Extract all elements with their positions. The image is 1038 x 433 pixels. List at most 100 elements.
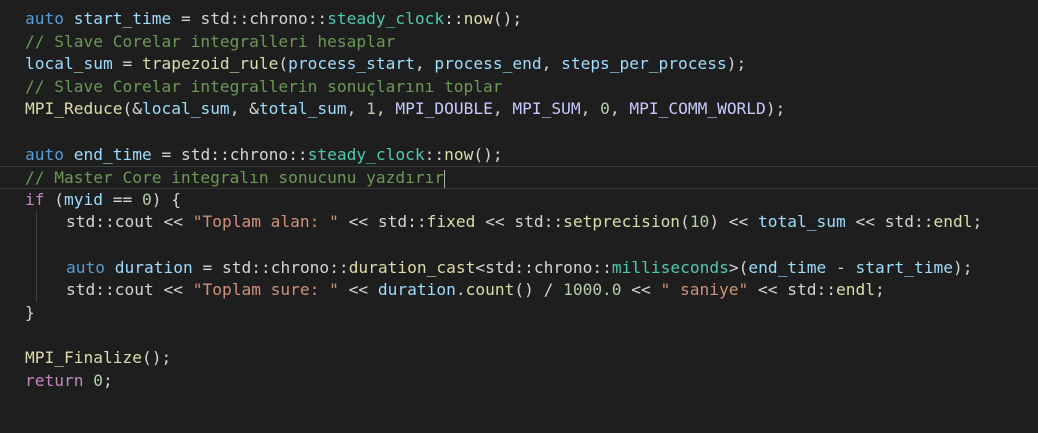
- code-line[interactable]: // Slave Corelar integrallerin sonuçları…: [0, 76, 1038, 99]
- code-token-variable: start_time: [855, 257, 954, 277]
- code-token-plain: ::: [251, 257, 271, 277]
- code-line[interactable]: if (myid == 0) {: [0, 189, 1038, 212]
- code-token-variable: duration: [114, 257, 193, 277]
- code-token-function: setprecision: [563, 212, 681, 232]
- code-token-plain: ::: [816, 280, 837, 300]
- code-token-variable: end_time: [73, 144, 152, 164]
- code-line[interactable]: auto end_time = std::chrono::steady_cloc…: [0, 144, 1038, 167]
- code-token-plain: ::: [444, 9, 464, 28]
- code-token-variable: total_sum: [258, 99, 347, 119]
- code-token-plain: ,: [375, 99, 396, 119]
- indent-guide: [36, 256, 37, 280]
- code-token-plain: .: [455, 280, 466, 300]
- code-token-plain: ,: [414, 54, 435, 74]
- code-token-number: 0: [141, 189, 152, 209]
- code-line[interactable]: std::cout << "Toplam sure: " << duration…: [0, 279, 1038, 302]
- indent-guide: [36, 211, 37, 234]
- code-line[interactable]: local_sum = trapezoid_rule(process_start…: [0, 53, 1038, 76]
- code-token-plain: (&: [122, 99, 142, 119]
- code-token-string: "Toplam alan: ": [192, 212, 339, 232]
- text-cursor: [444, 169, 446, 188]
- code-line[interactable]: auto duration = std::chrono::duration_ca…: [0, 256, 1038, 280]
- code-token-plain: ,: [541, 54, 562, 74]
- code-token-function: MPI_Reduce: [25, 99, 123, 119]
- code-token-type: milliseconds: [611, 257, 729, 277]
- code-line[interactable]: MPI_Reduce(&local_sum, &total_sum, 1, MP…: [0, 98, 1038, 121]
- code-line[interactable]: }: [0, 302, 1038, 325]
- code-token-variable: local_sum: [141, 99, 230, 119]
- code-token-variable: start_time: [73, 9, 172, 28]
- code-token-comment: // Slave Corelar integrallerin sonuçları…: [25, 76, 503, 96]
- code-token-plain: <: [475, 257, 486, 277]
- code-line[interactable]: MPI_Finalize();: [0, 347, 1038, 370]
- code-token-plain: <<: [153, 212, 193, 232]
- code-token-namespace: std: [200, 9, 230, 28]
- code-token-plain: ::: [543, 212, 564, 232]
- code-line[interactable]: std::cout << "Toplam alan: " << std::fix…: [0, 211, 1038, 234]
- code-token-plain: <<: [748, 280, 788, 300]
- code-token-plain: ) {: [151, 189, 181, 209]
- code-token-plain: ::: [592, 257, 612, 277]
- code-token-comment: // Master Core integralın sonucunu yazdı…: [25, 168, 445, 188]
- code-token-type: steady_clock: [307, 144, 425, 164]
- code-token-plain: (: [44, 189, 64, 209]
- code-line[interactable]: // Slave Corelar integralleri hesaplar: [0, 31, 1038, 54]
- code-token-plain: }: [25, 302, 35, 322]
- code-token-plain: <<: [153, 280, 193, 300]
- code-line[interactable]: [0, 324, 1038, 347]
- code-token-plain: (: [680, 212, 690, 232]
- code-line[interactable]: auto start_time = std::chrono::steady_cl…: [0, 8, 1038, 31]
- code-token-namespace: std: [884, 212, 914, 232]
- code-token-function: duration_cast: [348, 257, 476, 277]
- code-token-plain: -: [826, 257, 856, 277]
- code-token-plain: ;: [874, 280, 885, 300]
- code-line[interactable]: [0, 121, 1038, 144]
- code-token-plain: );: [726, 54, 747, 74]
- code-token-variable: total_sum: [758, 212, 846, 232]
- code-token-function: fixed: [426, 212, 476, 232]
- code-token-plain: ::: [229, 9, 250, 28]
- code-token-plain: ::: [95, 280, 115, 300]
- indent-guide: [36, 233, 37, 257]
- code-token-namespace: chrono: [229, 144, 289, 164]
- code-token-plain: <<: [338, 212, 378, 232]
- code-token-function: now: [444, 144, 474, 164]
- code-token-number: 0: [600, 99, 610, 119]
- code-token-plain: ::: [288, 144, 308, 164]
- code-token-plain: ::: [514, 257, 534, 277]
- indent-guide: [36, 279, 37, 302]
- code-token-number: 1: [366, 99, 376, 119]
- code-token-function: MPI_Finalize: [25, 347, 142, 367]
- code-token-number: 1000.0: [563, 280, 622, 300]
- code-token-plain: ,: [492, 99, 513, 119]
- code-line[interactable]: return 0;: [0, 370, 1038, 393]
- code-token-plain: ::: [210, 144, 230, 164]
- code-token-keyword: auto: [66, 257, 105, 277]
- code-token-plain: () /: [514, 280, 564, 300]
- code-token-namespace: std: [485, 257, 515, 277]
- code-token-plain: >(: [728, 257, 749, 277]
- code-token-plain: <<: [845, 212, 885, 232]
- code-token-keyword: auto: [25, 9, 64, 28]
- current-code-line[interactable]: // Master Core integralın sonucunu yazdı…: [0, 166, 1038, 189]
- code-token-plain: ();: [141, 347, 172, 367]
- code-token-plain: ();: [492, 9, 523, 28]
- code-area[interactable]: auto start_time = std::chrono::steady_cl…: [0, 8, 1038, 392]
- code-token-control: if: [25, 189, 45, 209]
- code-token-plain: ,: [580, 99, 601, 119]
- code-token-plain: ==: [102, 189, 142, 209]
- code-token-plain: <<: [338, 280, 378, 300]
- code-line[interactable]: [0, 233, 1038, 257]
- code-token-namespace: std: [514, 212, 544, 232]
- code-token-plain: );: [765, 99, 786, 119]
- code-token-plain: ();: [473, 144, 503, 164]
- code-token-plain: =: [112, 54, 142, 74]
- code-token-plain: ;: [102, 370, 113, 390]
- code-editor[interactable]: auto start_time = std::chrono::steady_cl…: [0, 0, 1038, 433]
- code-token-plain: ::: [424, 144, 445, 164]
- code-token-function: endl: [836, 280, 875, 300]
